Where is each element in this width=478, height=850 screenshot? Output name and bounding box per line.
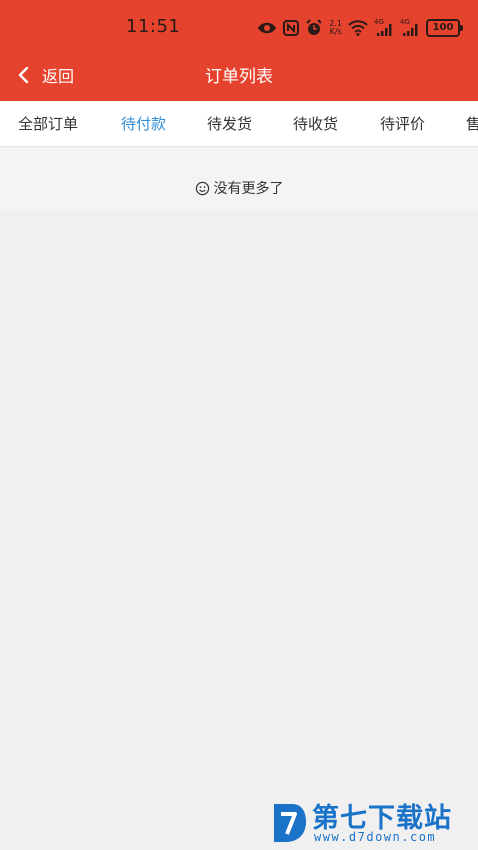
page-title: 订单列表 [205, 67, 273, 87]
no-more-note: 没有更多了 [0, 178, 478, 198]
signal-1: 4G [374, 18, 394, 36]
status-bar: 11:51 2.1 K/s 4G 4G 100 [0, 0, 478, 52]
wifi-icon [348, 20, 368, 36]
order-list-screen: 11:51 2.1 K/s 4G 4G 100 返回 订单列表 全部订单 待付款… [0, 0, 478, 850]
tab-pending-review[interactable]: 待评价 [380, 113, 425, 134]
no-more-text: 没有更多了 [213, 181, 284, 197]
tab-pending-receipt[interactable]: 待收货 [293, 113, 338, 134]
eye-icon [257, 21, 277, 35]
alarm-icon [305, 19, 323, 37]
battery-icon: 100 [426, 19, 463, 37]
network-type-1: 4G [374, 18, 384, 26]
list-end-strip: 没有更多了 [0, 148, 478, 210]
app-header: 11:51 2.1 K/s 4G 4G 100 返回 订单列表 [0, 0, 478, 101]
tab-all-orders[interactable]: 全部订单 [18, 113, 78, 134]
network-type-2: 4G [400, 18, 410, 26]
watermark-url: www.d7down.com [314, 830, 437, 844]
status-time: 11:51 [126, 16, 181, 37]
network-speed: 2.1 K/s [329, 20, 342, 36]
tab-after-sales[interactable]: 售 [466, 113, 478, 134]
smiley-icon [195, 181, 209, 195]
network-speed-unit: K/s [329, 27, 342, 36]
nav-bar: 返回 订单列表 [0, 52, 478, 98]
nfc-icon [283, 20, 300, 36]
tab-pending-payment[interactable]: 待付款 [121, 113, 166, 134]
status-icons: 2.1 K/s 4G 4G 100 [257, 17, 463, 39]
tab-pending-shipment[interactable]: 待发货 [207, 113, 252, 134]
order-status-tabs: 全部订单 待付款 待发货 待收货 待评价 售 [0, 101, 478, 147]
site-watermark: 第七下载站 www.d7down.com [270, 798, 470, 848]
d7down-logo-icon [274, 804, 306, 842]
signal-2: 4G [400, 18, 420, 36]
